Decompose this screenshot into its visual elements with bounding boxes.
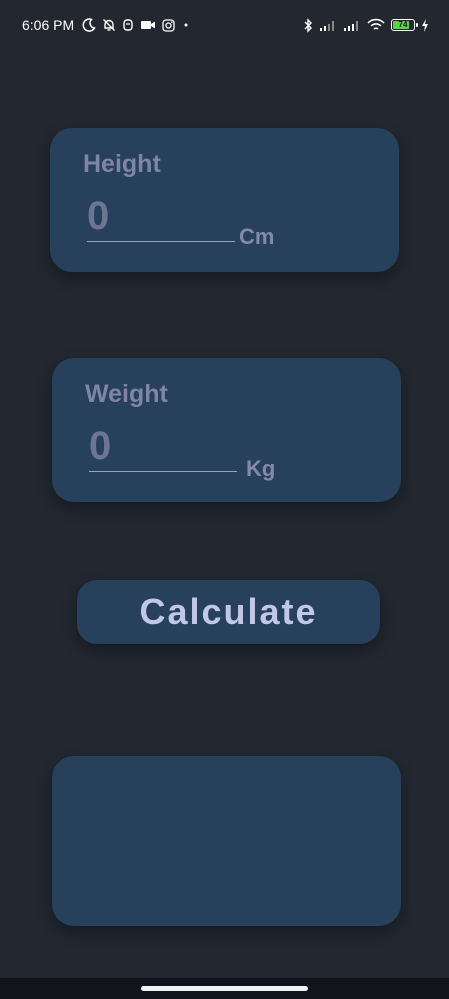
height-input[interactable]: 0 xyxy=(87,194,235,242)
signal-icon xyxy=(319,19,337,31)
home-indicator[interactable] xyxy=(141,986,308,991)
height-unit: Cm xyxy=(239,224,275,249)
battery-level: 74 xyxy=(398,20,408,29)
dot-icon xyxy=(181,20,191,30)
bluetooth-icon xyxy=(303,17,313,33)
calculate-button[interactable]: Calculate xyxy=(77,580,380,644)
weight-card: Weight 0 Kg xyxy=(52,358,401,502)
status-left-group: 6:06 PM xyxy=(22,16,191,34)
height-label: Height xyxy=(83,150,161,178)
bell-off-icon xyxy=(102,18,116,32)
instagram-icon xyxy=(162,18,175,32)
weight-input[interactable]: 0 xyxy=(89,424,237,472)
result-card xyxy=(52,756,401,926)
signal-icon-2 xyxy=(343,19,361,31)
weight-label: Weight xyxy=(85,380,168,408)
moon-icon xyxy=(82,18,96,32)
status-bar: 6:06 PM 74 xyxy=(0,0,449,50)
video-icon xyxy=(140,19,156,31)
status-right-group: 74 xyxy=(303,16,429,34)
status-time: 6:06 PM xyxy=(22,17,75,33)
battery-icon: 74 xyxy=(391,19,418,31)
wifi-icon xyxy=(367,18,385,32)
navigation-bar xyxy=(0,978,449,999)
height-card: Height 0 Cm xyxy=(50,128,399,272)
weight-unit: Kg xyxy=(246,456,276,481)
app-icon xyxy=(122,18,134,32)
charging-icon xyxy=(421,18,429,32)
